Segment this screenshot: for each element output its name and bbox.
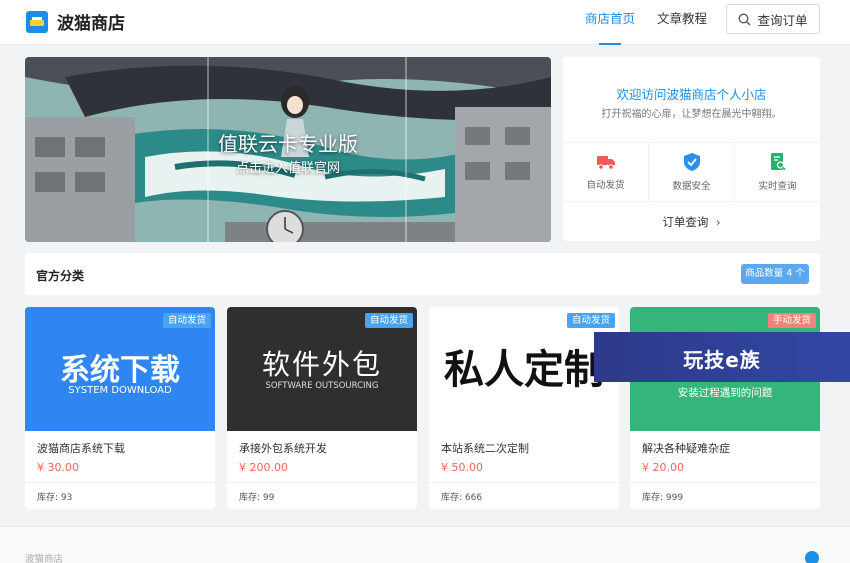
delivery-badge: 自动发货 [566,313,615,328]
chevron-right-icon: › [716,215,721,229]
delivery-truck-icon [596,156,615,170]
card-divider [429,482,619,483]
shield-check-icon [683,153,700,171]
top-header: 波猫商店 商店首页 文章教程 查询订单 [0,0,850,45]
feature-data-security: 数据安全 [649,143,735,201]
product-stock: 库存: 99 [239,493,275,503]
banner-title: 值联云卡专业版 [218,132,358,156]
help-icon[interactable] [805,551,819,563]
brand-logo[interactable]: 波猫商店 [26,9,125,34]
search-icon [739,13,751,25]
feature-label: 自动发货 [586,180,625,191]
product-card[interactable]: 私人定制 自动发货 本站系统二次定制 ¥ 50.00 库存: 666 [429,307,619,509]
watermark-text: 玩技e族 [683,348,761,372]
thumb-title: 私人定制 [444,346,604,393]
brand-name: 波猫商店 [57,14,125,34]
promo-banner[interactable]: 值联云卡专业版 点击进入值联官网 [25,57,551,242]
feature-row: 自动发货 数据安全 实时查询 [563,142,820,202]
card-divider [25,482,215,483]
welcome-title: 欢迎访问波猫商店个人小店 [616,87,767,102]
thumb-subtitle: SOFTWARE OUTSOURCING [265,381,379,391]
document-search-icon [770,153,786,171]
product-price: ¥ 20.00 [642,461,684,474]
category-bar: 官方分类 商品数量 4 个 [25,253,820,295]
product-card[interactable]: 软件外包 SOFTWARE OUTSOURCING 自动发货 承接外包系统开发 … [227,307,417,509]
product-price: ¥ 200.00 [239,461,288,474]
delivery-badge: 自动发货 [364,313,413,328]
product-name: 解决各种疑难杂症 [642,442,730,455]
card-divider [630,482,820,483]
query-order-label: 查询订单 [757,12,808,28]
product-name: 本站系统二次定制 [441,442,529,455]
order-query-label: 订单查询 [662,215,709,229]
delivery-badge: 手动发货 [767,313,816,328]
query-order-button[interactable]: 查询订单 [726,4,820,34]
nav-home[interactable]: 商店首页 [585,0,635,45]
feature-label: 实时查询 [758,181,797,192]
thumb-subtitle: SYSTEM DOWNLOAD [68,385,172,396]
delivery-badge: 自动发货 [162,313,211,328]
product-name: 波猫商店系统下载 [37,442,125,455]
card-divider [227,482,417,483]
product-name: 承接外包系统开发 [239,442,327,455]
banner-subtitle: 点击进入值联官网 [235,161,340,176]
product-count-badge[interactable]: 商品数量 4 个 [741,264,809,284]
feature-realtime-query: 实时查询 [735,143,820,201]
product-card[interactable]: 系统下载 SYSTEM DOWNLOAD 自动发货 波猫商店系统下载 ¥ 30.… [25,307,215,509]
footer-brand: 波猫商店 [25,554,64,563]
thumb-title: 系统下载 [60,353,180,388]
page-footer: 波猫商店 [0,526,850,563]
product-price: ¥ 50.00 [441,461,483,474]
product-price: ¥ 30.00 [37,461,79,474]
product-stock: 库存: 666 [441,493,483,503]
product-stock: 库存: 93 [37,493,73,503]
thumb-title: 软件外包 [261,348,382,381]
site-watermark: 玩技e族 [594,332,850,382]
feature-label: 数据安全 [672,181,711,192]
feature-auto-delivery: 自动发货 [563,143,649,201]
product-stock: 库存: 999 [642,493,684,503]
category-title: 官方分类 [36,269,85,283]
welcome-subtitle: 打开祝福的心扉，让梦想在晨光中翱翔。 [601,109,782,120]
main-nav: 商店首页 文章教程 [585,0,729,45]
order-query-link[interactable]: 订单查询 › [563,214,820,230]
nav-articles[interactable]: 文章教程 [657,0,707,45]
welcome-panel: 欢迎访问波猫商店个人小店 打开祝福的心扉，让梦想在晨光中翱翔。 自动发货 数据安… [563,57,820,241]
store-logo-icon [26,10,48,33]
thumb-subtitle: 安装过程遇到的问题 [677,387,773,399]
